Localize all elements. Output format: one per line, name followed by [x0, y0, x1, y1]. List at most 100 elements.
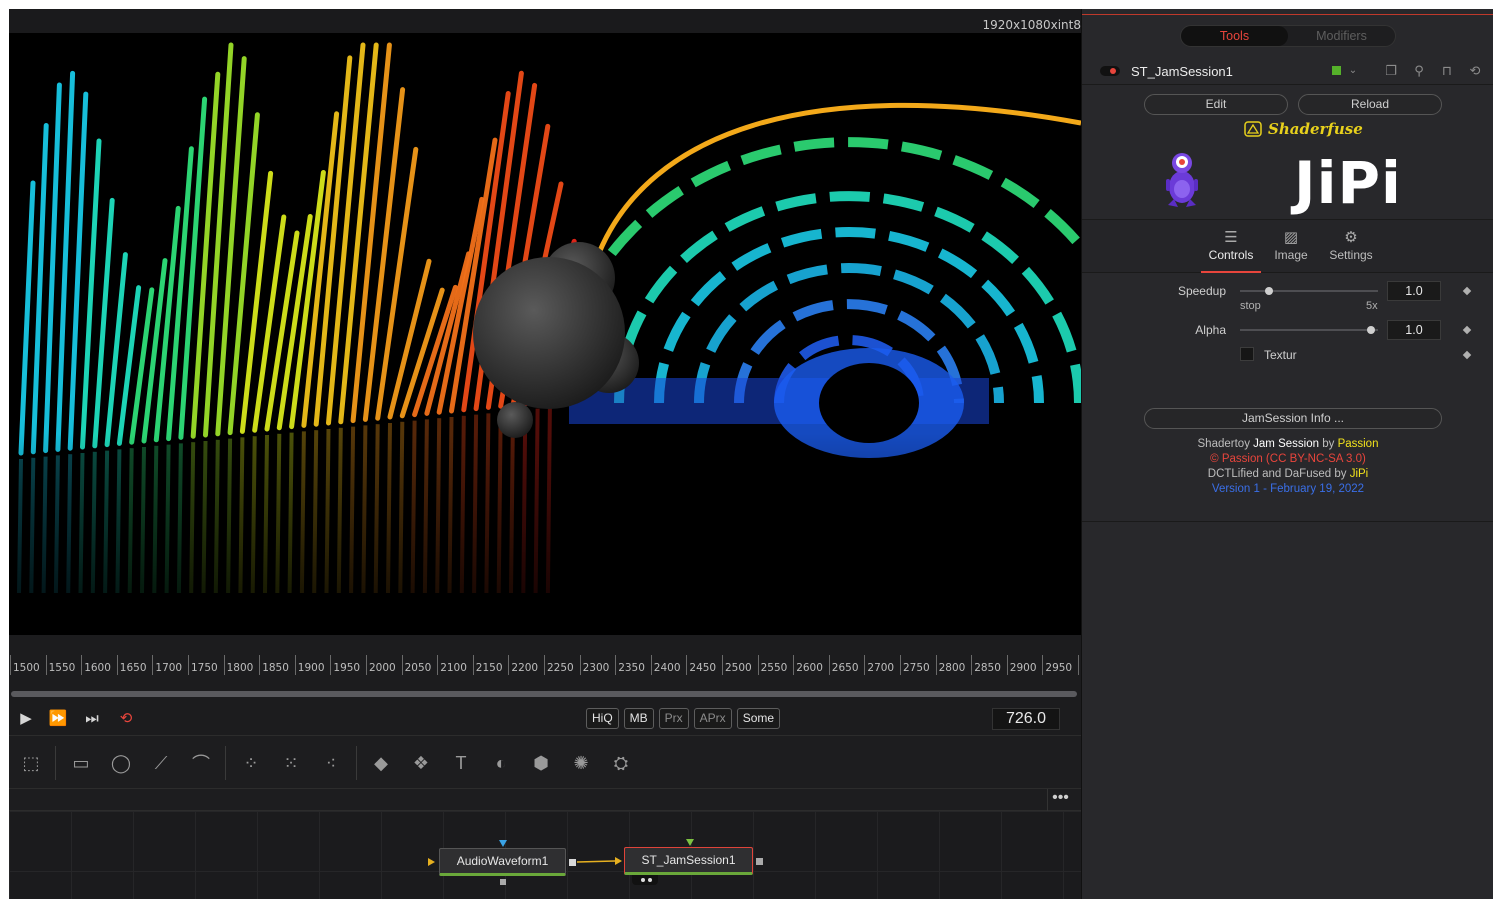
ruler-tick: 2300 [579, 655, 609, 675]
ruler-tick: 2850 [971, 655, 1001, 675]
quality-toggles: HiQ MB Prx APrx Some [586, 708, 781, 729]
alpha-slider-handle[interactable] [1367, 326, 1375, 334]
proxy-button[interactable]: Prx [658, 708, 689, 729]
ruler-tick: 2450 [686, 655, 716, 675]
ruler-tick: 1950 [330, 655, 360, 675]
renderer3d-icon[interactable]: ⬢ [527, 750, 555, 776]
particle-emitter-icon[interactable]: ⁘ [237, 750, 265, 776]
credits-porter[interactable]: JiPi [1350, 468, 1369, 480]
fog-icon[interactable]: ⛭ [607, 750, 635, 776]
current-frame-field[interactable]: 726.0 [992, 708, 1060, 730]
ruler-tick: 2550 [757, 655, 787, 675]
tab-image[interactable]: ▨ Image [1261, 228, 1321, 262]
node-editor[interactable]: AudioWaveform1 ST_JamSession1 [9, 811, 1081, 899]
keyframe-icon[interactable] [1462, 350, 1472, 360]
credits-dafused: DCTLified and DaFused by [1207, 468, 1347, 480]
ellipse-mask-icon[interactable]: ◯ [107, 750, 135, 776]
background-icon[interactable]: ⬚ [17, 750, 45, 776]
bspline-mask-icon[interactable]: ⌒ [187, 750, 215, 776]
ruler-tick: 2150 [472, 655, 503, 675]
credits-author[interactable]: Passion [1338, 438, 1379, 450]
inspector-divider [1082, 521, 1493, 522]
credits-by: by [1322, 438, 1335, 450]
fast-forward-icon[interactable]: ⏩ [47, 709, 69, 729]
waveform-bar [227, 112, 260, 436]
versions-icon[interactable]: ❐ [1382, 62, 1400, 80]
speedup-field[interactable]: 1.0 [1387, 281, 1441, 301]
tab-controls[interactable]: ☰ Controls [1201, 228, 1261, 273]
settings-icon: ⚙ [1344, 229, 1358, 246]
tab-settings[interactable]: ⚙ Settings [1321, 228, 1381, 262]
text3d-icon[interactable]: T [447, 750, 475, 776]
loop-icon[interactable]: ⟲ [115, 709, 137, 729]
waveform-bar [375, 146, 419, 421]
motion-blur-button[interactable]: MB [623, 708, 654, 729]
node-view-indicators[interactable] [632, 875, 658, 885]
inspector-panel-tabs: ☰ Controls ▨ Image ⚙ Settings [1082, 219, 1493, 273]
jipi-logo: JiPi [1294, 149, 1402, 217]
ruler-tick: 1600 [81, 655, 111, 675]
tool-enable-toggle[interactable] [1100, 66, 1120, 76]
edit-button[interactable]: Edit [1144, 94, 1288, 115]
tool-header[interactable]: ST_JamSession1 ⌄ ❐ ⚲ ⊓ ⟲ [1082, 57, 1493, 85]
resolution-label: 1920x1080xint8 [982, 18, 1081, 32]
reset-icon[interactable]: ⟲ [1466, 62, 1484, 80]
polygon-mask-icon[interactable]: ⟋ [147, 750, 175, 776]
rectangle-mask-icon[interactable]: ▭ [67, 750, 95, 776]
play-icon[interactable]: ▶ [15, 709, 37, 729]
ruler-tick: 2750 [900, 655, 930, 675]
node-output-pin[interactable] [756, 858, 763, 865]
node-bottom-pin[interactable] [500, 879, 506, 885]
node-effect-mask-icon [499, 840, 507, 847]
node-output-pin[interactable] [569, 859, 576, 866]
ruler-tick: 2500 [722, 655, 752, 675]
time-scrub-bar[interactable] [11, 691, 1077, 697]
tab-modifiers[interactable]: Modifiers [1288, 26, 1395, 46]
transport-controls: ▶ ⏩ ⏭ ⟲ HiQ MB Prx APrx Some 726.0 [9, 703, 1081, 735]
tab-tools[interactable]: Tools [1181, 26, 1288, 46]
ruler-tick: 2800 [935, 655, 965, 675]
selective-update-button[interactable]: Some [736, 708, 781, 729]
metaball [497, 402, 533, 438]
speedup-slider-handle[interactable] [1265, 287, 1273, 295]
ruler-tick: 2350 [615, 655, 645, 675]
ruler-tick: 2400 [650, 655, 681, 675]
eye-pupil [819, 363, 919, 443]
chevron-down-icon[interactable]: ⌄ [1344, 62, 1362, 80]
ruler-tick: 2700 [864, 655, 894, 675]
waveform-bar [436, 196, 485, 415]
camera3d-icon[interactable]: ◐ [487, 750, 515, 776]
node-st-jamsession[interactable]: ST_JamSession1 [624, 847, 753, 875]
shape3d-icon[interactable]: ◆ [367, 750, 395, 776]
ruler-tick: 2900 [1006, 655, 1037, 675]
tab-controls-label: Controls [1208, 248, 1254, 262]
ruler-tick: 1750 [188, 655, 218, 675]
tool-color-chip[interactable] [1332, 66, 1341, 75]
alpha-slider[interactable] [1240, 329, 1378, 331]
lock-icon[interactable]: ⊓ [1438, 62, 1456, 80]
keyframe-icon[interactable] [1462, 325, 1472, 335]
keyframe-icon[interactable] [1462, 286, 1472, 296]
light-icon[interactable]: ✺ [567, 750, 595, 776]
timeline-ruler[interactable]: 1500 1550 1600 1650 1700 1750 1800 1850 1900 1950… [9, 649, 1088, 681]
node-input-icon [428, 858, 435, 866]
pin-icon[interactable]: ⚲ [1410, 62, 1428, 80]
reload-button[interactable]: Reload [1298, 94, 1442, 115]
credits-shader-name[interactable]: Jam Session [1253, 438, 1319, 450]
alpha-field[interactable]: 1.0 [1387, 320, 1441, 340]
tool-bar: ⬚ ▭ ◯ ⟋ ⌒ ⁘ ⁙ ⁖ ◆ ❖ T ◐ ⬢ ✺ ⛭ [9, 735, 1081, 789]
skip-end-icon[interactable]: ⏭ [81, 709, 103, 729]
merge3d-icon[interactable]: ❖ [407, 750, 435, 776]
speedup-slider[interactable] [1240, 290, 1378, 292]
node-options-button[interactable]: ••• [1047, 789, 1073, 811]
texture-checkbox[interactable] [1240, 347, 1254, 361]
jamsession-info-button[interactable]: JamSession Info ... [1144, 408, 1442, 429]
particle-style-icon[interactable]: ⁖ [317, 750, 345, 776]
toolbar-divider [356, 746, 357, 780]
particle-render-icon[interactable]: ⁙ [277, 750, 305, 776]
node-audiowaveform[interactable]: AudioWaveform1 [439, 848, 566, 876]
viewer-canvas[interactable] [9, 33, 1081, 635]
auto-proxy-button[interactable]: APrx [693, 708, 732, 729]
hiq-button[interactable]: HiQ [586, 708, 619, 729]
tool-name: ST_JamSession1 [1131, 64, 1233, 79]
